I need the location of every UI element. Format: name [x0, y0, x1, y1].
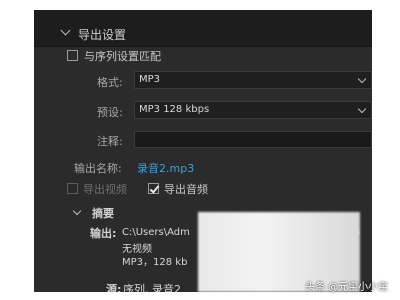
format-select[interactable]: MP3 [134, 71, 372, 89]
comment-label: 注释: [97, 135, 123, 148]
export-audio-label: 导出音频 [164, 183, 208, 196]
output-name-link[interactable]: 录音2.mp3 [137, 160, 194, 176]
export-video-label: 导出视频 [83, 183, 127, 196]
preset-value: MP3 128 kbps [139, 104, 210, 115]
match-sequence-label: 与序列设置匹配 [84, 50, 161, 63]
summary-source-value: 序列, 录音2 [123, 283, 181, 292]
output-name-label: 输出名称: [74, 162, 122, 175]
export-video-checkbox[interactable] [67, 183, 78, 194]
comment-input[interactable] [134, 131, 372, 148]
summary-output-path: C:\Users\Adm [122, 227, 190, 238]
summary-output-label: 输出: [90, 227, 117, 240]
preset-label: 预设: [97, 106, 123, 119]
match-sequence-checkbox[interactable] [67, 50, 78, 61]
summary-title: 摘要 [92, 207, 114, 220]
summary-source-label: 源: [106, 283, 122, 292]
summary-chevron-icon[interactable] [72, 206, 82, 216]
format-label: 格式: [97, 76, 123, 89]
watermark-text: 头条 @元宝小小宝 [305, 282, 389, 293]
preset-select[interactable]: MP3 128 kbps [134, 101, 372, 119]
section-title: 导出设置 [78, 28, 127, 42]
format-value: MP3 [139, 74, 161, 85]
chevron-down-icon [357, 74, 367, 84]
export-audio-checkbox[interactable] [148, 183, 159, 194]
chevron-down-icon [357, 104, 367, 114]
summary-line-audio: MP3，128 kb [122, 257, 188, 268]
